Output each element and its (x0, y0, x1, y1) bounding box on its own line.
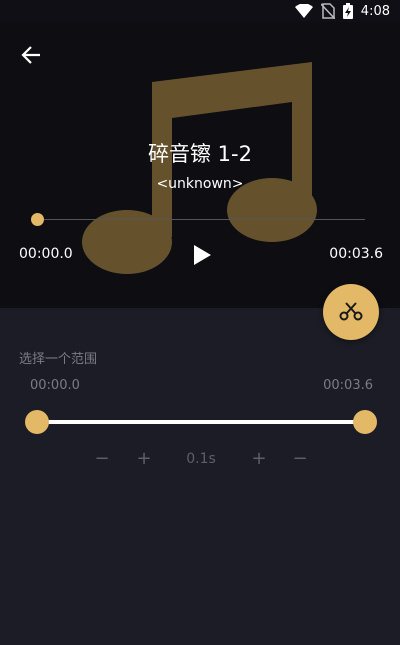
battery-charging-icon (342, 3, 353, 19)
seek-bar[interactable] (37, 219, 365, 220)
back-button[interactable] (16, 40, 46, 70)
play-icon (194, 245, 211, 265)
status-icons: 4:08 (294, 2, 390, 20)
range-start-time: 00:00.0 (30, 378, 80, 393)
range-label: 选择一个范围 (19, 352, 98, 367)
seek-thumb[interactable] (31, 213, 44, 226)
back-arrow-icon (21, 46, 40, 64)
status-bar: 4:08 (0, 0, 400, 22)
start-decrease-button[interactable]: − (92, 448, 112, 469)
status-time: 4:08 (360, 3, 390, 19)
no-sim-icon (320, 3, 335, 19)
wifi-icon (294, 4, 313, 18)
range-end-handle[interactable] (353, 410, 377, 434)
current-time: 00:00.0 (19, 246, 73, 262)
scissors-icon (339, 302, 363, 321)
total-time: 00:03.6 (329, 246, 383, 262)
track-artist: <unknown> (156, 176, 244, 192)
play-button[interactable] (189, 242, 215, 268)
end-increase-button[interactable]: + (249, 448, 269, 469)
cut-button[interactable] (323, 284, 379, 340)
player-area: 碎音镲 1-2 <unknown> 00:00.0 00:03.6 (0, 22, 400, 308)
range-slider-track[interactable] (37, 420, 365, 424)
range-end-time: 00:03.6 (323, 378, 373, 393)
step-size-label: 0.1s (186, 451, 216, 467)
range-start-handle[interactable] (25, 410, 49, 434)
start-increase-button[interactable]: + (134, 448, 154, 469)
track-title: 碎音镲 1-2 (148, 142, 252, 166)
end-decrease-button[interactable]: − (290, 448, 310, 469)
